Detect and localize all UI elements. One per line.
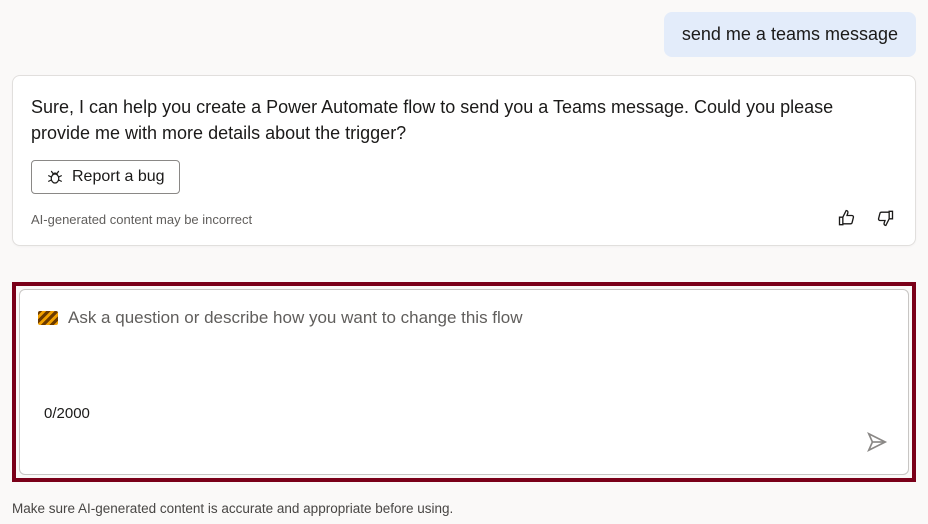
- ai-disclaimer-small: AI-generated content may be incorrect: [31, 212, 252, 227]
- bug-icon: [46, 168, 64, 186]
- char-counter: 0/2000: [44, 405, 90, 422]
- send-icon: [866, 441, 888, 456]
- thumbs-down-icon: [875, 208, 895, 231]
- input-row: Ask a question or describe how you want …: [38, 308, 890, 328]
- feedback-buttons: [835, 206, 897, 233]
- user-message-text: send me a teams message: [682, 24, 898, 44]
- chat-container: send me a teams message Sure, I can help…: [0, 0, 928, 258]
- user-message-bubble: send me a teams message: [664, 12, 916, 57]
- report-bug-label: Report a bug: [72, 168, 165, 186]
- assistant-message-card: Sure, I can help you create a Power Auto…: [12, 75, 916, 246]
- thumbs-down-button[interactable]: [873, 206, 897, 233]
- input-placeholder: Ask a question or describe how you want …: [68, 308, 890, 328]
- assistant-footer: AI-generated content may be incorrect: [31, 206, 897, 233]
- input-highlight-box: Ask a question or describe how you want …: [12, 282, 916, 482]
- bottom-disclaimer: Make sure AI-generated content is accura…: [12, 501, 453, 516]
- send-button[interactable]: [862, 427, 892, 460]
- input-card[interactable]: Ask a question or describe how you want …: [19, 289, 909, 475]
- user-message-row: send me a teams message: [12, 12, 916, 57]
- thumbs-up-icon: [837, 208, 857, 231]
- report-bug-button[interactable]: Report a bug: [31, 160, 180, 194]
- thumbs-up-button[interactable]: [835, 206, 859, 233]
- assistant-message-text: Sure, I can help you create a Power Auto…: [31, 94, 897, 146]
- construction-icon: [38, 311, 58, 325]
